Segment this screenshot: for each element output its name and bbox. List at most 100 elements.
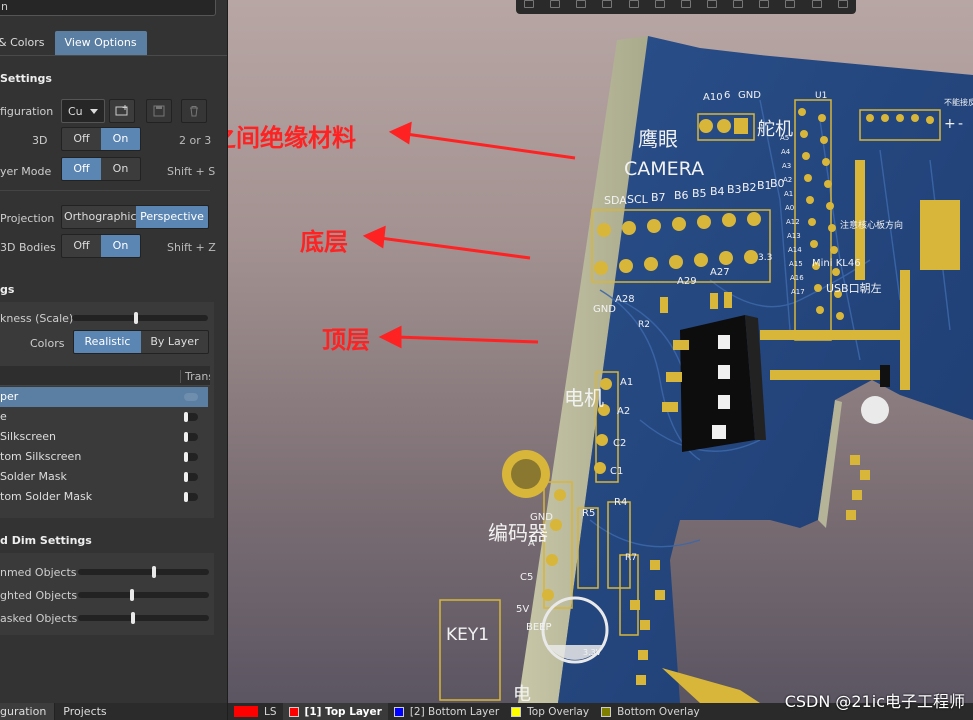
3d-off-option[interactable]: Off	[62, 128, 101, 150]
toolbar-line-icon[interactable]	[759, 0, 770, 8]
layer-row-name: Silkscreen	[0, 430, 57, 443]
layer-row-name: e	[0, 410, 7, 423]
highlighted-objects-slider-handle[interactable]	[130, 589, 135, 601]
toolbar-line2-icon[interactable]	[837, 0, 848, 8]
silk-r7: R7	[625, 553, 637, 563]
silk-pin-label: A4	[781, 148, 791, 156]
transparency-slider[interactable]	[184, 412, 198, 422]
colors-mode-toggle[interactable]: Realistic By Layer	[73, 330, 209, 354]
layer-row[interactable]: e	[0, 407, 208, 427]
3d-bodies-off-option[interactable]: Off	[62, 235, 101, 257]
layer-tab-bottom[interactable]: [2] Bottom Layer	[388, 703, 505, 720]
3d-bodies-shortcut-hint: Shift + Z	[167, 241, 216, 254]
silk-pin-label: A5	[780, 134, 789, 142]
toolbar-component-icon[interactable]	[628, 0, 639, 8]
dimmed-objects-slider-handle[interactable]	[151, 566, 156, 578]
annotation-top-layer: 顶层	[322, 326, 370, 354]
3d-on-option[interactable]: On	[101, 128, 140, 150]
projection-perspective-option[interactable]: Perspective	[136, 206, 208, 228]
silk-encoder: 编码器	[488, 521, 548, 545]
toolbar-chart-icon[interactable]	[602, 0, 613, 8]
layer-tab-top[interactable]: [1] Top Layer	[282, 703, 388, 720]
section-divider	[0, 190, 210, 191]
search-input[interactable]: n	[0, 0, 216, 16]
3d-shortcut-hint: 2 or 3	[179, 134, 212, 147]
single-layer-off-option[interactable]: Off	[62, 158, 101, 180]
transparency-slider[interactable]	[184, 393, 198, 401]
layer-row-name: tom Silkscreen	[0, 450, 82, 463]
materials-settings-title: gs	[0, 283, 15, 296]
silk-key1: KEY1	[446, 625, 489, 645]
silk-usb: USB口朝左	[826, 282, 882, 295]
masked-objects-slider-handle[interactable]	[131, 612, 136, 624]
toolbar-rect-icon[interactable]	[576, 0, 587, 8]
layer-set-color-swatch	[234, 706, 258, 717]
add-configuration-button[interactable]	[109, 99, 135, 123]
layer-row[interactable]: Silkscreen	[0, 427, 208, 447]
board-thickness-slider[interactable]	[72, 312, 208, 324]
highlighted-objects-slider[interactable]	[78, 589, 209, 601]
board-thickness-slider-handle[interactable]	[134, 312, 139, 324]
silk-eagle-eye: 鹰眼	[638, 127, 678, 151]
layer-row[interactable]: Solder Mask	[0, 467, 208, 487]
silk-enc-c5: C5	[520, 572, 533, 583]
tab-layers-colors[interactable]: & Colors	[0, 31, 55, 55]
silk-pin-label: A2	[783, 176, 792, 184]
tab-configuration[interactable]: guration	[0, 703, 55, 720]
dimmed-objects-label: nmed Objects	[0, 566, 77, 579]
3d-label: 3D	[32, 134, 48, 147]
toolbar-filter-icon[interactable]	[524, 0, 535, 8]
general-settings-title: Settings	[0, 72, 52, 85]
silk-pin-label: A3	[782, 162, 791, 170]
transparency-slider[interactable]	[184, 492, 198, 502]
masked-objects-slider[interactable]	[78, 612, 209, 624]
transparency-slider[interactable]	[184, 452, 198, 462]
layer-tab-label: [2] Bottom Layer	[409, 705, 500, 718]
layer-set-label: LS	[264, 705, 277, 718]
toolbar-measure-icon[interactable]	[680, 0, 691, 8]
annotation-arrows	[362, 121, 576, 349]
layer-row[interactable]: tom Solder Mask	[0, 487, 208, 507]
layer-set-button[interactable]: LS	[228, 703, 283, 720]
silk-motor: 电机	[564, 386, 604, 410]
silk-enc-gnd: GND	[530, 512, 553, 523]
colors-by-layer-option[interactable]: By Layer	[141, 331, 208, 353]
layer-row[interactable]: per	[0, 387, 208, 407]
toolbar-add-icon[interactable]	[550, 0, 561, 8]
colors-realistic-option[interactable]: Realistic	[74, 331, 141, 353]
toolbar-route-icon[interactable]	[654, 0, 665, 8]
dimmed-objects-slider[interactable]	[78, 566, 209, 578]
layer-row[interactable]: tom Silkscreen	[0, 447, 208, 467]
save-configuration-button[interactable]	[146, 99, 172, 123]
projection-toggle[interactable]: Orthographic Perspective	[61, 205, 209, 229]
transparency-column-header: Trans	[180, 370, 210, 383]
tab-view-options[interactable]: View Options	[54, 31, 147, 55]
toolbar-fill-icon[interactable]	[733, 0, 744, 8]
highlighted-objects-label: ghted Objects	[0, 589, 78, 602]
delete-configuration-button[interactable]	[181, 99, 207, 123]
transparency-slider[interactable]	[184, 432, 198, 442]
3d-toggle[interactable]: Off On	[61, 127, 141, 151]
colors-label: Colors	[30, 337, 65, 350]
3d-bodies-on-option[interactable]: On	[101, 235, 140, 257]
toolbar-text-icon[interactable]	[811, 0, 822, 8]
show-3d-bodies-label: 3D Bodies	[0, 241, 56, 254]
toolbar-chart2-icon[interactable]	[785, 0, 796, 8]
trash-icon	[190, 106, 198, 117]
chevron-down-icon	[90, 109, 98, 114]
layer-tab-top-overlay[interactable]: Top Overlay	[505, 703, 595, 720]
single-layer-on-option[interactable]: On	[101, 158, 140, 180]
single-layer-mode-toggle[interactable]: Off On	[61, 157, 141, 181]
layer-tab-bottom-overlay[interactable]: Bottom Overlay	[595, 703, 706, 720]
configuration-select[interactable]: Cu	[61, 99, 105, 123]
tab-projects[interactable]: Projects	[54, 703, 114, 720]
silk-3v3: 3.3	[758, 253, 772, 263]
3d-bodies-toggle[interactable]: Off On	[61, 234, 141, 258]
projection-orthographic-option[interactable]: Orthographic	[62, 206, 137, 228]
pcb-3d-viewport[interactable]: A10 6 GND 舵机 鹰眼 CAMERA SDA SCL B7 B6 B5 …	[228, 0, 973, 703]
toolbar-pin-icon[interactable]	[707, 0, 718, 8]
masked-objects-label: asked Objects	[0, 612, 78, 625]
transparency-slider[interactable]	[184, 472, 198, 482]
layer-tab-label: [1] Top Layer	[304, 705, 382, 718]
mounting-hole-center	[511, 459, 541, 489]
